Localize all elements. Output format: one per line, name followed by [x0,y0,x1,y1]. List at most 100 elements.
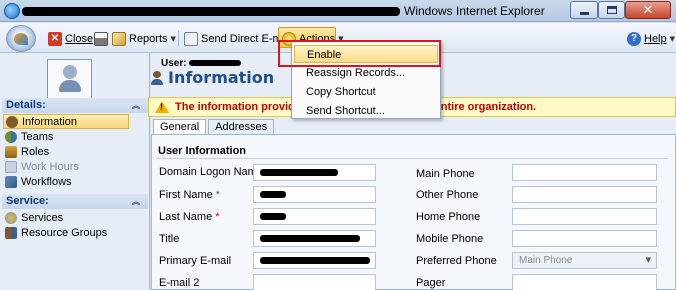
collapse-icon[interactable]: ︽ [132,194,140,209]
details-header-label: Details: [6,99,46,111]
pager-label: Pager [416,277,446,289]
team-icon [5,130,17,143]
recommended-marker: * [215,189,221,201]
send-direct-email-button[interactable]: Send Direct E-mail [184,30,293,47]
maximize-icon [606,6,617,14]
nav-item-information[interactable]: Information [3,114,129,129]
warning-text-end: ntire organization. [440,101,537,113]
user-silhouette-icon [58,65,81,93]
collapse-icon[interactable]: ︽ [132,98,140,113]
reports-icon [112,31,126,46]
mobile-phone-label: Mobile Phone [416,233,484,245]
preferred-phone-value: Main Phone [519,255,573,266]
nav-item-label: Information [22,115,78,128]
person-icon [6,115,18,128]
title-bar: Windows Internet Explorer ✕ [0,0,676,22]
menu-item-copy-shortcut[interactable]: Copy Shortcut [294,83,438,101]
email-2-label: E-mail 2 [159,277,199,289]
mobile-phone-field[interactable] [512,230,657,247]
maximize-button[interactable] [598,1,625,19]
redacted-value [260,257,370,264]
nav-item-label: Teams [21,130,54,143]
person-icon [151,70,163,85]
details-section-header[interactable]: Details: ︽ [2,98,148,113]
field-label-text: Primary E-mail [159,255,232,267]
print-icon [94,31,108,46]
chevron-down-icon: ▼ [645,256,651,264]
nav-item-label: Work Hours [21,160,79,173]
close-form-icon: ✕ [48,31,62,46]
minimize-button[interactable] [570,1,598,19]
close-button[interactable]: ✕ Close [48,30,93,47]
primary-email-label: Primary E-mail [159,255,231,267]
page-title: Information [151,68,274,87]
internet-explorer-icon [4,3,20,19]
other-phone-field[interactable] [512,186,657,203]
workflow-icon [5,175,17,188]
redacted-value [260,169,338,176]
other-phone-label: Other Phone [416,189,479,201]
menu-item-send-shortcut[interactable]: Send Shortcut... [294,102,438,120]
redacted-user-name [189,60,242,67]
reports-button[interactable]: Reports ▼ [112,30,176,47]
field-label-text: First Name [159,189,213,201]
chevron-down-icon: ▼ [170,34,176,43]
section-header: User Information [158,145,247,157]
crm-logo-icon [6,25,36,52]
nav-item-workflows[interactable]: Workflows [5,174,72,189]
home-phone-field[interactable] [512,208,657,225]
nav-item-teams[interactable]: Teams [5,129,53,144]
email-2-field[interactable] [253,274,376,290]
page-title-text: Information [168,68,275,87]
chevron-down-icon: ▼ [669,34,676,43]
minimize-icon [579,11,589,15]
reports-label: Reports [129,32,168,45]
redacted-title [22,7,400,16]
nav-item-label: Services [21,211,64,224]
field-label-text: E-mail 2 [159,277,200,289]
tab-addresses[interactable]: Addresses [208,119,275,135]
pager-field[interactable] [512,274,657,290]
required-marker: * [215,211,220,223]
last-name-field[interactable] [253,208,376,225]
services-icon [5,211,17,224]
first-name-label: First Name * [159,189,220,201]
primary-email-field[interactable] [253,252,376,269]
redacted-value [260,235,360,242]
field-label-text: Domain Logon Name [159,166,263,178]
main-phone-field[interactable] [512,164,657,181]
email-icon [184,31,198,46]
help-icon: ? [627,31,641,46]
domain-logon-name-field[interactable] [253,164,376,181]
nav-item-roles[interactable]: Roles [5,144,49,159]
main-phone-label: Main Phone [416,168,475,180]
nav-item-label: Workflows [21,175,72,188]
nav-item-resource-groups[interactable]: Resource Groups [5,225,107,240]
nav-item-work-hours[interactable]: Work Hours [5,159,79,174]
nav-item-label: Resource Groups [21,226,108,239]
help-button[interactable]: ? Help ▼ [627,30,675,47]
print-button[interactable] [94,30,111,47]
help-label: Help [644,32,667,45]
first-name-field[interactable] [253,186,376,203]
resource-groups-icon [5,226,17,239]
nav-item-services[interactable]: Services [5,210,63,225]
roles-icon [5,145,17,158]
preferred-phone-select[interactable]: Main Phone ▼ [512,252,657,269]
toolbar-divider [178,31,179,46]
service-section-header[interactable]: Service: ︽ [2,194,148,209]
field-label-text: Last Name [159,211,213,223]
warning-icon [155,101,169,113]
form-tabs: General Addresses [153,119,276,136]
annotation-highlight-box [278,40,441,67]
title-field[interactable] [253,230,376,247]
field-label-text: Title [159,233,180,245]
close-icon: ✕ [642,2,654,18]
window-close-button[interactable]: ✕ [625,1,671,19]
section-divider [156,158,668,159]
title-label: Title [159,233,179,245]
service-header-label: Service: [6,195,49,207]
warning-text-start: The information provid [175,101,295,113]
redacted-value [260,191,286,198]
redacted-value [260,213,286,220]
